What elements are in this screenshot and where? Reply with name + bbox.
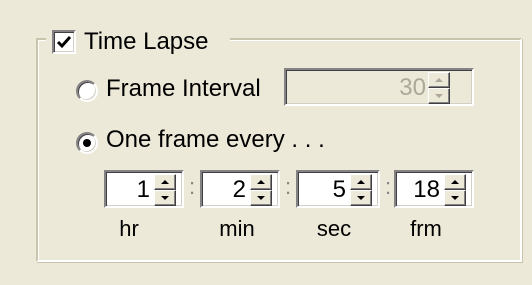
minutes-spinner[interactable]: [250, 174, 272, 206]
arrow-up-icon: [161, 180, 169, 184]
arrow-down-icon: [161, 196, 169, 200]
minutes-down-button[interactable]: [250, 190, 272, 206]
time-lapse-checkbox[interactable]: [52, 30, 76, 54]
seconds-value[interactable]: 5: [300, 174, 346, 206]
arrow-down-icon: [357, 196, 365, 200]
spin-down-button: [428, 88, 450, 104]
arrow-down-icon: [435, 94, 443, 98]
frames-spinner[interactable]: [444, 174, 466, 206]
seconds-down-button[interactable]: [350, 190, 372, 206]
time-lapse-label[interactable]: Time Lapse: [84, 28, 209, 56]
hours-down-button[interactable]: [154, 190, 176, 206]
frames-spinbox[interactable]: 18: [394, 170, 474, 208]
one-frame-every-label[interactable]: One frame every . . .: [106, 126, 325, 154]
seconds-unit-label: sec: [316, 216, 352, 241]
hours-spinbox[interactable]: 1: [104, 170, 184, 208]
arrow-up-icon: [357, 180, 365, 184]
seconds-spinner[interactable]: [350, 174, 372, 206]
time-separator: :: [284, 174, 292, 199]
hours-value[interactable]: 1: [108, 174, 150, 206]
minutes-up-button[interactable]: [250, 174, 272, 190]
time-separator: :: [384, 174, 392, 199]
frame-interval-label[interactable]: Frame Interval: [106, 75, 261, 103]
hours-unit-label: hr: [119, 216, 139, 241]
arrow-up-icon: [257, 180, 265, 184]
frames-up-button[interactable]: [444, 174, 466, 190]
spin-up-button: [428, 72, 450, 88]
arrow-down-icon: [451, 196, 459, 200]
seconds-spinbox[interactable]: 5: [296, 170, 380, 208]
frames-value[interactable]: 18: [398, 174, 440, 206]
frame-interval-radio[interactable]: [76, 80, 98, 102]
frame-interval-value: 30: [399, 74, 426, 101]
frame-interval-field: 30: [284, 68, 474, 106]
arrow-down-icon: [257, 196, 265, 200]
checkmark-icon: [56, 36, 72, 49]
minutes-value[interactable]: 2: [204, 174, 246, 206]
frame-interval-spinner: [428, 72, 450, 104]
hours-up-button[interactable]: [154, 174, 176, 190]
hours-spinner[interactable]: [154, 174, 176, 206]
minutes-spinbox[interactable]: 2: [200, 170, 280, 208]
minutes-unit-label: min: [219, 216, 255, 241]
frames-unit-label: frm: [410, 216, 442, 241]
seconds-up-button[interactable]: [350, 174, 372, 190]
arrow-up-icon: [451, 180, 459, 184]
arrow-up-icon: [435, 78, 443, 82]
frames-down-button[interactable]: [444, 190, 466, 206]
one-frame-every-radio[interactable]: [76, 132, 98, 154]
time-separator: :: [188, 174, 196, 199]
